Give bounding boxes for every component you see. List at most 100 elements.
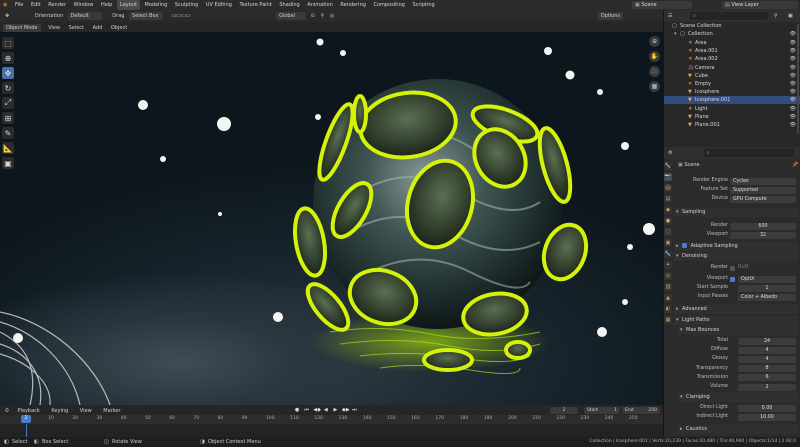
device-dropdown[interactable]: GPU Compute (730, 195, 796, 203)
collection-tab-icon[interactable]: ▢ (664, 228, 672, 236)
menu-help[interactable]: Help (98, 0, 115, 10)
tab-uv-editing[interactable]: UV Editing (203, 0, 235, 10)
transform-orientation-dropdown[interactable]: Global (276, 12, 307, 20)
clamping-section[interactable]: ▾ Clamping (678, 393, 798, 402)
visibility-icon[interactable]: 👁 (790, 121, 796, 129)
cursor-icon[interactable]: ⊕ (2, 52, 14, 64)
menu-playback[interactable]: Playback (16, 407, 42, 415)
world-tab-icon[interactable]: ● (664, 217, 672, 225)
pivot-icon[interactable]: ⊙ (309, 12, 317, 20)
outliner-item[interactable]: ▼ Plane 👁 (664, 113, 800, 121)
tool-tab-icon[interactable]: 🔧 (664, 162, 672, 170)
indirect-light-field[interactable]: 10.00 (738, 413, 796, 421)
outliner-item[interactable]: 🎥 Camera 👁 (664, 64, 800, 72)
output-tab-icon[interactable]: 🖨 (664, 184, 672, 192)
timeline-editor-icon[interactable]: ⏱ (3, 407, 11, 415)
physics-tab-icon[interactable]: ◎ (664, 272, 672, 280)
tab-shading[interactable]: Shading (276, 0, 302, 10)
outliner-collection[interactable]: ▾ ▢ Collection 👁 (664, 30, 800, 38)
constraints-tab-icon[interactable]: ⛓ (664, 283, 672, 291)
outliner-item[interactable]: ▼ Cube 👁 (664, 72, 800, 80)
play-reverse-icon[interactable]: ◀ (323, 407, 329, 413)
zoom-icon[interactable]: ⊕ (649, 36, 660, 47)
menu-view-timeline[interactable]: View (78, 407, 94, 415)
denoise-render-checkbox[interactable] (730, 265, 735, 271)
bounce-field[interactable]: 6 (738, 374, 796, 382)
texture-tab-icon[interactable]: ▦ (664, 316, 672, 324)
outliner-item[interactable]: ✕ Empty 👁 (664, 80, 800, 88)
add-cube-icon[interactable]: ▣ (2, 157, 14, 169)
proportional-edit-icon[interactable]: ◎ (328, 12, 336, 20)
data-tab-icon[interactable]: ▲ (664, 294, 672, 302)
input-passes-dropdown[interactable]: Color + Albedo (738, 293, 796, 301)
select-box-icon[interactable]: ⬚ (2, 37, 14, 49)
menu-marker[interactable]: Marker (101, 407, 122, 415)
menu-view[interactable]: View (46, 24, 62, 32)
bounce-field[interactable]: 2 (738, 383, 796, 391)
bounce-field[interactable]: 4 (738, 355, 796, 363)
visibility-icon[interactable]: 👁 (790, 96, 796, 104)
outliner-item[interactable]: ▼ Plane.001 👁 (664, 121, 800, 129)
visibility-icon[interactable]: 👁 (790, 30, 796, 38)
caustics-section[interactable]: ▸ Caustics (678, 425, 798, 434)
visibility-icon[interactable]: 👁 (790, 72, 796, 80)
visibility-icon[interactable]: 👁 (790, 105, 796, 113)
end-frame-field[interactable]: End 250 (622, 407, 660, 414)
tab-animation[interactable]: Animation (304, 0, 336, 10)
menu-edit[interactable]: Edit (28, 0, 44, 10)
visibility-icon[interactable]: 👁 (790, 88, 796, 96)
prev-key-icon[interactable]: ◀◆ (313, 407, 321, 413)
visibility-icon[interactable]: 👁 (790, 64, 796, 72)
tab-modeling[interactable]: Modeling (142, 0, 171, 10)
menu-window[interactable]: Window (71, 0, 97, 10)
outliner-scene-collection[interactable]: ▢ Scene Collection (664, 22, 800, 30)
outliner-item[interactable]: ☀ Light 👁 (664, 105, 800, 113)
drag-dropdown[interactable]: Select Box (128, 12, 163, 20)
direct-light-field[interactable]: 0.00 (738, 404, 796, 412)
tab-layout[interactable]: Layout (116, 0, 140, 10)
start-sample-field[interactable]: 1 (738, 284, 796, 292)
3d-viewport[interactable] (0, 32, 663, 405)
blender-logo-icon[interactable]: ◉ (0, 0, 10, 10)
playhead[interactable]: 2 (21, 415, 31, 423)
rotate-icon[interactable]: ↻ (2, 82, 14, 94)
menu-keying[interactable]: Keying (49, 407, 70, 415)
annotate-icon[interactable]: ✎ (2, 127, 14, 139)
options-dropdown[interactable]: Options (597, 12, 623, 20)
select-mode-icons[interactable]: ▭▭▭▭ (170, 12, 193, 20)
outliner-item[interactable]: ▼ Icosphere 👁 (664, 88, 800, 96)
pan-hand-icon[interactable]: ✋ (649, 51, 660, 62)
denoising-section[interactable]: ▾ Denoising (674, 252, 798, 261)
denoise-viewport-dropdown[interactable]: OptiX (738, 275, 796, 283)
outliner-item[interactable]: ☀ Area 👁 (664, 39, 800, 47)
object-tab-icon[interactable]: ▣ (664, 239, 672, 247)
properties-editor-icon[interactable]: ⚙ (668, 150, 672, 156)
sampling-section[interactable]: ▾ Sampling (674, 208, 798, 217)
expand-icon[interactable]: ▾ (674, 30, 677, 38)
render-samples-field[interactable]: 600 (730, 222, 796, 230)
adaptive-sampling-section[interactable]: ▸ Adaptive Sampling (674, 242, 798, 251)
play-icon[interactable]: ▶ (332, 407, 338, 413)
outliner-scrollbar[interactable] (797, 24, 799, 134)
bounce-field[interactable]: 24 (738, 337, 796, 345)
menu-add[interactable]: Add (91, 24, 105, 32)
snap-icon[interactable]: ⚲ (318, 12, 326, 20)
properties-search-field[interactable]: ⌕ (704, 149, 794, 157)
filter-icon[interactable]: ⚲ (774, 13, 778, 19)
outliner-item[interactable]: ☀ Area.001 👁 (664, 47, 800, 55)
outliner-item[interactable]: ☀ Area.002 👁 (664, 55, 800, 63)
timeline-body[interactable] (0, 424, 663, 437)
bounce-field[interactable]: 4 (738, 346, 796, 354)
menu-render[interactable]: Render (45, 0, 69, 10)
menu-select[interactable]: Select (67, 24, 86, 32)
tab-rendering[interactable]: Rendering (337, 0, 369, 10)
view-layer-tab-icon[interactable]: ▤ (664, 195, 672, 203)
menu-object[interactable]: Object (109, 24, 129, 32)
scene-tab-icon[interactable]: ◆ (664, 206, 672, 214)
visibility-icon[interactable]: 👁 (790, 113, 796, 121)
denoise-viewport-checkbox[interactable] (730, 276, 735, 282)
render-engine-dropdown[interactable]: Cycles (730, 177, 796, 185)
measure-icon[interactable]: 📐 (2, 142, 14, 154)
adaptive-sampling-checkbox[interactable] (682, 243, 687, 248)
outliner-search-field[interactable]: ⌕ (690, 12, 768, 20)
